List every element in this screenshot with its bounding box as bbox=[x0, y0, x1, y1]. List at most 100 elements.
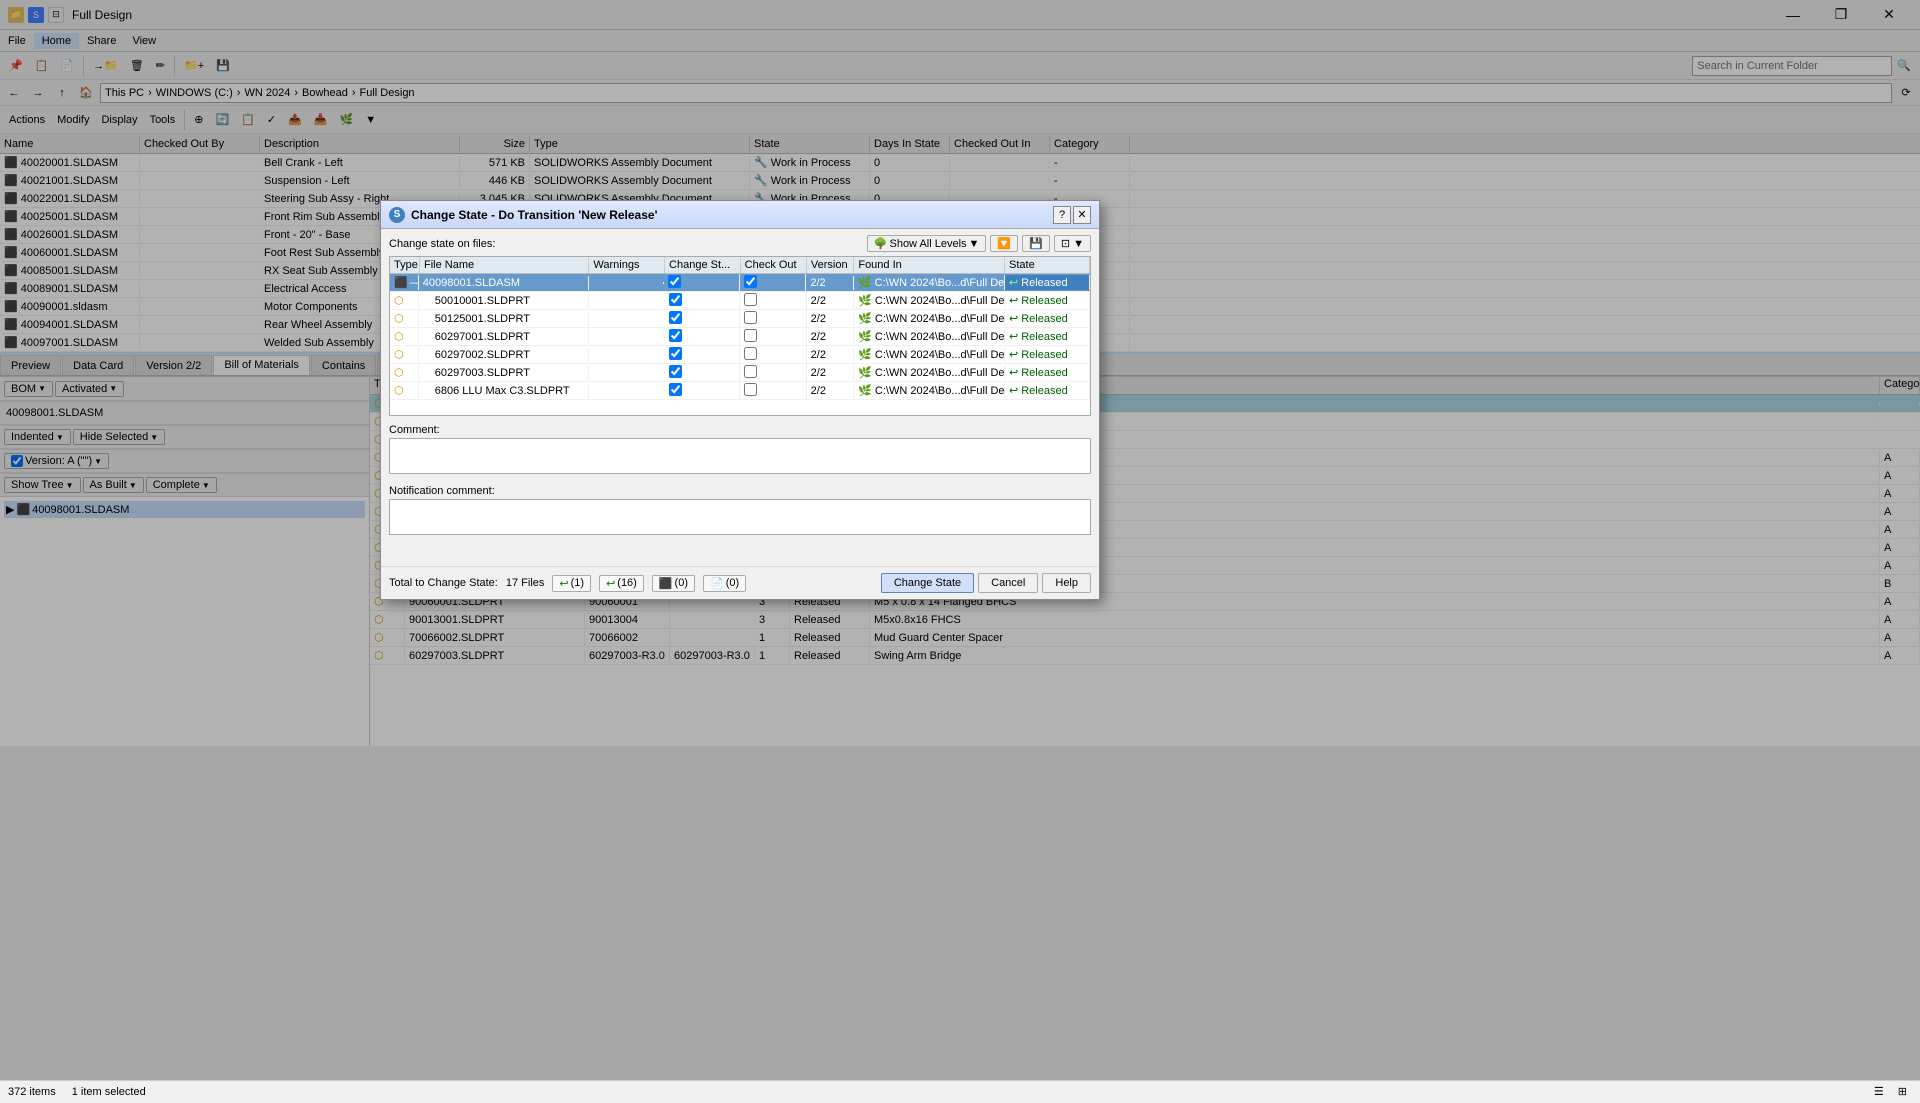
change-state-check[interactable] bbox=[668, 275, 681, 288]
breadcrumb-bowhead[interactable]: Bowhead bbox=[302, 87, 348, 99]
back-button[interactable]: ← bbox=[4, 83, 24, 103]
dlg-col-found[interactable]: Found In bbox=[854, 257, 1005, 273]
tree-item-root[interactable]: ▶ ⬛ 40098001.SLDASM bbox=[4, 501, 365, 518]
bom-row[interactable]: ⬡90013001.SLDPRT900130043ReleasedM5x0.8x… bbox=[370, 611, 1920, 629]
action-icon1[interactable]: ⊕ bbox=[189, 109, 208, 131]
toolbar-pin-button[interactable]: 📌 bbox=[4, 55, 28, 77]
toolbar-move-button[interactable]: →📁 bbox=[88, 55, 123, 77]
close-button[interactable]: ✕ bbox=[1866, 0, 1912, 30]
checkout-check[interactable] bbox=[744, 347, 757, 360]
hide-selected-dropdown[interactable]: Hide Selected ▼ bbox=[73, 429, 165, 445]
file-row[interactable]: ⬛ 40020001.SLDASMBell Crank - Left571 KB… bbox=[0, 154, 1920, 172]
col-name[interactable]: Name bbox=[0, 136, 140, 152]
breadcrumb-this-pc[interactable]: This PC bbox=[105, 87, 144, 99]
modify-button[interactable]: Modify bbox=[52, 109, 94, 131]
actions-button[interactable]: Actions bbox=[4, 109, 50, 131]
checkout-check[interactable] bbox=[744, 293, 757, 306]
checkout-check[interactable] bbox=[744, 275, 757, 288]
col-checkedout[interactable]: Checked Out In bbox=[950, 136, 1050, 152]
dialog-save-button[interactable]: 💾 bbox=[1022, 235, 1050, 252]
dialog-help-icon[interactable]: ? bbox=[1053, 206, 1071, 224]
toolbar-delete-button[interactable]: 🗑 bbox=[125, 55, 149, 77]
checkout-check[interactable] bbox=[744, 365, 757, 378]
checkout-check[interactable] bbox=[744, 383, 757, 396]
change-state-check[interactable] bbox=[669, 329, 682, 342]
col-checkedby[interactable]: Checked Out By bbox=[140, 136, 260, 152]
col-desc[interactable]: Description bbox=[260, 136, 460, 152]
action-icon7[interactable]: 🌿 bbox=[335, 109, 359, 131]
col-type[interactable]: Type bbox=[530, 136, 750, 152]
tab-bom[interactable]: Bill of Materials bbox=[213, 355, 310, 375]
menu-view[interactable]: View bbox=[124, 33, 164, 49]
dlg-col-type[interactable]: Type bbox=[390, 257, 420, 273]
menu-home[interactable]: Home bbox=[34, 33, 79, 49]
version-checkbox[interactable] bbox=[11, 455, 23, 467]
dlg-col-chkout[interactable]: Check Out bbox=[741, 257, 807, 273]
breadcrumb-wn2024[interactable]: WN 2024 bbox=[244, 87, 290, 99]
dialog-table-row[interactable]: ⬡ 60297003.SLDPRT 2/2 🌿 C:\WN 2024\Bo...… bbox=[390, 364, 1090, 382]
change-state-check[interactable] bbox=[669, 293, 682, 306]
dialog-table-row[interactable]: ⬡ 50125001.SLDPRT 2/2 🌿 C:\WN 2024\Bo...… bbox=[390, 310, 1090, 328]
help-button[interactable]: Help bbox=[1042, 573, 1091, 593]
checkout-check[interactable] bbox=[744, 329, 757, 342]
cancel-button[interactable]: Cancel bbox=[978, 573, 1038, 593]
home-button[interactable]: 🏠 bbox=[76, 83, 96, 103]
breadcrumb-full-design[interactable]: Full Design bbox=[360, 87, 415, 99]
toolbar-rename-button[interactable]: ✏ bbox=[151, 55, 170, 77]
comment-input[interactable] bbox=[389, 438, 1091, 474]
search-button[interactable]: 🔍 bbox=[1892, 55, 1916, 77]
refresh-button[interactable]: ⟳ bbox=[1896, 83, 1916, 103]
version-dropdown[interactable]: Version: A ("") ▼ bbox=[4, 453, 109, 469]
dlg-col-chst[interactable]: Change St... bbox=[665, 257, 741, 273]
col-category[interactable]: Category bbox=[1050, 136, 1130, 152]
dialog-table-row[interactable]: ⬡ 6806 LLU Max C3.SLDPRT 2/2 🌿 C:\WN 202… bbox=[390, 382, 1090, 400]
dialog-table-row[interactable]: ⬡ 50010001.SLDPRT 2/2 🌿 C:\WN 2024\Bo...… bbox=[390, 292, 1090, 310]
maximize-button[interactable]: ❐ bbox=[1818, 0, 1864, 30]
show-tree-dropdown[interactable]: Show Tree ▼ bbox=[4, 477, 81, 493]
dlg-col-warn[interactable]: Warnings bbox=[589, 257, 665, 273]
tab-contains[interactable]: Contains bbox=[311, 355, 376, 375]
change-state-check[interactable] bbox=[669, 365, 682, 378]
action-icon4[interactable]: ✓ bbox=[262, 109, 281, 131]
col-state[interactable]: State bbox=[750, 136, 870, 152]
tab-version[interactable]: Version 2/2 bbox=[135, 355, 212, 375]
tab-preview[interactable]: Preview bbox=[0, 355, 61, 375]
toolbar-paste-button[interactable]: 📄 bbox=[55, 55, 79, 77]
notification-input[interactable] bbox=[389, 499, 1091, 535]
view-details-button[interactable]: ⊞ bbox=[1893, 1081, 1912, 1103]
dlg-col-name[interactable]: File Name bbox=[420, 257, 589, 273]
bom-dropdown[interactable]: BOM ▼ bbox=[4, 381, 53, 397]
action-icon3[interactable]: 📋 bbox=[236, 109, 260, 131]
view-list-button[interactable]: ☰ bbox=[1869, 1081, 1889, 1103]
menu-share[interactable]: Share bbox=[79, 33, 124, 49]
dialog-options-button[interactable]: ⊡ ▼ bbox=[1054, 235, 1091, 252]
tab-datacard[interactable]: Data Card bbox=[62, 355, 134, 375]
bom-row[interactable]: ⬡70066002.SLDPRT700660021ReleasedMud Gua… bbox=[370, 629, 1920, 647]
action-icon6[interactable]: 📥 bbox=[309, 109, 333, 131]
minimize-button[interactable]: — bbox=[1770, 0, 1816, 30]
dialog-close-button[interactable]: ✕ bbox=[1073, 206, 1091, 224]
toolbar-newfolder-button[interactable]: 📁+ bbox=[179, 55, 209, 77]
complete-dropdown[interactable]: Complete ▼ bbox=[146, 477, 217, 493]
breadcrumb-drive[interactable]: WINDOWS (C:) bbox=[156, 87, 233, 99]
change-state-check[interactable] bbox=[669, 347, 682, 360]
up-button[interactable]: ↑ bbox=[52, 83, 72, 103]
dlg-col-ver[interactable]: Version bbox=[807, 257, 854, 273]
col-days[interactable]: Days In State bbox=[870, 136, 950, 152]
as-built-dropdown[interactable]: As Built ▼ bbox=[83, 477, 144, 493]
action-icon2[interactable]: 🔄 bbox=[210, 109, 234, 131]
show-all-levels-button[interactable]: 🌳 Show All Levels ▼ bbox=[867, 235, 987, 252]
forward-button[interactable]: → bbox=[28, 83, 48, 103]
search-input[interactable] bbox=[1692, 56, 1892, 76]
tools-button[interactable]: Tools bbox=[145, 109, 181, 131]
change-state-button[interactable]: Change State bbox=[881, 573, 974, 593]
display-button[interactable]: Display bbox=[96, 109, 142, 131]
bom-row[interactable]: ⬡60297003.SLDPRT60297003-R3.060297003-R3… bbox=[370, 647, 1920, 665]
dialog-filter-button[interactable]: 🔽 bbox=[990, 235, 1018, 252]
toolbar-copy-button[interactable]: 📋 bbox=[30, 55, 54, 77]
file-row[interactable]: ⬛ 40021001.SLDASMSuspension - Left446 KB… bbox=[0, 172, 1920, 190]
action-icon5[interactable]: 📤 bbox=[283, 109, 307, 131]
rcol-cat[interactable]: Category bbox=[1880, 377, 1920, 394]
activated-dropdown[interactable]: Activated ▼ bbox=[55, 381, 124, 397]
dialog-table-row[interactable]: ⬛— 40098001.SLDASM 2/2 🌿 C:\WN 2024\Bo..… bbox=[390, 274, 1090, 292]
